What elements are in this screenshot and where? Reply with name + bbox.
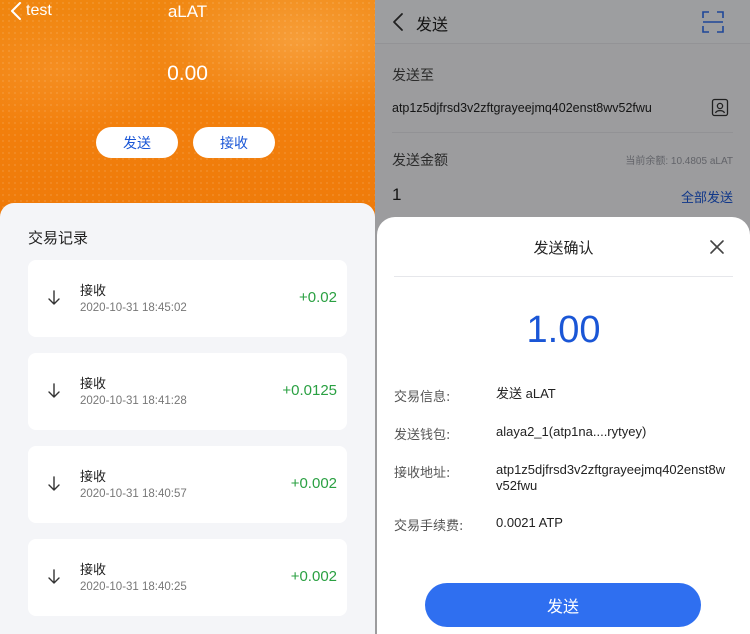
sheet-title: 发送确认: [533, 239, 594, 257]
transaction-list: 接收 2020-10-31 18:45:02 +0.02 接收 2020-10-…: [28, 260, 347, 632]
send-screen: 发送 发送至 atp1z5djfrsd3v2zftgrayeejmq402ens…: [375, 0, 750, 634]
info-label: 发送钱包:: [394, 428, 451, 443]
transaction-type: 接收: [80, 284, 107, 299]
transaction-time: 2020-10-31 18:45:02: [80, 302, 187, 314]
balance-header: [0, 0, 375, 230]
arrow-down-icon: [48, 383, 60, 398]
info-value: 0.0021 ATP: [496, 515, 563, 530]
arrow-down-icon: [48, 476, 60, 491]
transaction-item[interactable]: 接收 2020-10-31 18:41:28 +0.0125: [28, 353, 347, 430]
transaction-time: 2020-10-31 18:40:25: [80, 581, 187, 593]
divider: [394, 276, 733, 277]
transaction-records-panel: 交易记录 接收 2020-10-31 18:45:02 +0.02 接收 202…: [0, 203, 375, 634]
info-value: alaya2_1(atp1na....rytyey): [496, 424, 647, 439]
wallet-detail-screen: test aLAT 0.00 发送 接收 交易记录 接收 2020-10-31 …: [0, 0, 375, 634]
info-label: 交易信息:: [394, 390, 451, 405]
arrow-down-icon: [48, 569, 60, 584]
records-title: 交易记录: [28, 229, 89, 247]
arrow-down-icon: [48, 290, 60, 305]
token-title: aLAT: [167, 2, 208, 21]
info-label: 接收地址:: [394, 466, 451, 481]
transaction-time: 2020-10-31 18:40:57: [80, 488, 187, 500]
transaction-amount: +0.02: [299, 289, 337, 306]
info-label: 交易手续费:: [394, 519, 464, 534]
transaction-amount: +0.002: [290, 475, 337, 492]
send-button[interactable]: 发送: [96, 127, 178, 158]
send-confirm-sheet: 发送确认 1.00 交易信息: 发送 aLAT 发送钱包: alaya2_1(a…: [377, 217, 750, 634]
confirm-amount: 1.00: [526, 309, 601, 351]
transaction-item[interactable]: 接收 2020-10-31 18:40:25 +0.002: [28, 539, 347, 616]
transaction-amount: +0.0125: [282, 382, 337, 399]
transaction-item[interactable]: 接收 2020-10-31 18:45:02 +0.02: [28, 260, 347, 337]
confirm-send-button[interactable]: 发送: [425, 583, 701, 627]
transaction-time: 2020-10-31 18:41:28: [80, 395, 187, 407]
transaction-type: 接收: [80, 377, 107, 392]
transaction-type: 接收: [80, 563, 107, 578]
transaction-amount: +0.002: [290, 568, 337, 585]
receive-button[interactable]: 接收: [193, 127, 275, 158]
token-balance: 0.00: [167, 62, 208, 85]
info-value: 发送 aLAT: [496, 386, 556, 401]
close-icon[interactable]: [709, 239, 725, 255]
transaction-item[interactable]: 接收 2020-10-31 18:40:57 +0.002: [28, 446, 347, 523]
transaction-type: 接收: [80, 470, 107, 485]
info-value: atp1z5djfrsd3v2zftgrayeejmq402enst8wv52f…: [496, 462, 726, 493]
